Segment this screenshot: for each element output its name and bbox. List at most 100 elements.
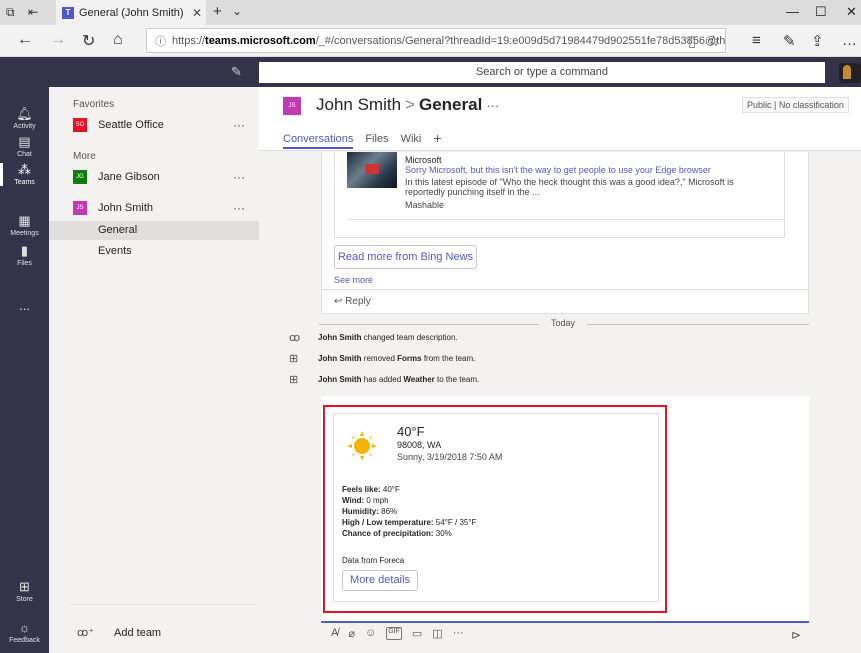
favorites-hub-icon[interactable]: ≡ [752, 32, 761, 49]
channel-tabs: Conversations Files Wiki + [283, 130, 442, 149]
teams-favicon-icon: T [62, 6, 74, 19]
back-icon[interactable]: ← [17, 31, 33, 49]
weather-source: Data from Foreca [342, 556, 405, 565]
send-icon[interactable]: ⊳ [791, 628, 801, 642]
weather-fact: Chance of precipitation: 30% [342, 529, 452, 538]
fact-value: 30% [433, 529, 452, 538]
team-more-icon[interactable]: ··· [233, 201, 245, 215]
fact-value: 86% [378, 507, 398, 516]
tab-aside-icon[interactable]: ⇤ [28, 5, 38, 19]
new-tab-icon[interactable]: + [213, 3, 222, 20]
attach-icon[interactable]: ⌀ [348, 627, 355, 640]
reply-divider [322, 289, 808, 290]
favorites-heading: Favorites [73, 99, 115, 110]
browser-tab[interactable]: T General (John Smith) | M ✕ [56, 0, 206, 25]
reply-label: Reply [345, 296, 371, 307]
rail-activity[interactable]: 🔔︎ Activity [0, 107, 49, 131]
calendar-icon: ▦ [18, 213, 31, 228]
news-snippet: In this latest episode of "Who the heck … [405, 177, 734, 197]
rail-label: Teams [14, 179, 35, 186]
tab-files[interactable]: Files [365, 133, 388, 149]
gif-icon[interactable]: GIF [386, 627, 402, 640]
news-headline-link[interactable]: Sorry Microsoft, but this isn't the way … [405, 165, 711, 175]
teams-list-pane: Favorites SO Seattle Office ··· More JG … [49, 87, 259, 653]
url-field[interactable]: ⓘ https://teams.microsoft.com/_#/convers… [146, 28, 726, 53]
emoji-icon[interactable]: ☺ [365, 627, 376, 640]
reading-view-icon[interactable]: ▯ [688, 32, 696, 50]
tab-close-icon[interactable]: ✕ [192, 6, 202, 20]
sticker-icon[interactable]: ▭ [412, 627, 422, 640]
site-info-icon[interactable]: ⓘ [155, 33, 166, 49]
news-thumbnail[interactable] [347, 152, 397, 188]
format-icon[interactable]: A̸ [331, 627, 338, 640]
teams-icon: ⁂ [18, 162, 31, 177]
refresh-icon[interactable]: ↻ [82, 31, 95, 51]
tab-conversations[interactable]: Conversations [283, 133, 354, 149]
team-more-icon[interactable]: ··· [233, 118, 245, 132]
more-details-button[interactable]: More details [342, 570, 418, 591]
rail-label: Store [16, 596, 33, 603]
fact-label: Chance of precipitation: [342, 529, 434, 538]
message-text: to the team. [434, 374, 480, 384]
actor-name[interactable]: John Smith [318, 375, 362, 384]
rail-teams[interactable]: ⁂ Teams [0, 163, 49, 186]
team-jane-gibson[interactable]: JG Jane Gibson ··· [49, 166, 259, 188]
add-team-button[interactable]: ꝏ⁺ Add team [77, 626, 161, 640]
favorite-star-icon[interactable]: ☆ [707, 32, 720, 50]
channel-title: John Smith > General ··· [316, 95, 499, 115]
rail-feedback[interactable]: ☼ Feedback [0, 621, 49, 645]
read-more-button[interactable]: Read more from Bing News [334, 245, 477, 269]
channel-events[interactable]: Events [49, 242, 259, 261]
message-text: removed [361, 353, 398, 363]
team-name: John Smith [98, 202, 154, 214]
settings-more-icon[interactable]: … [842, 32, 857, 49]
tab-preview-icon[interactable]: ⧉ [6, 5, 15, 20]
actor-name[interactable]: John Smith [318, 354, 362, 363]
url-path: /_#/conversations/General?threadId=19:e0… [315, 34, 726, 47]
search-input[interactable]: Search or type a command [259, 62, 825, 83]
team-john-smith[interactable]: JS John Smith ··· [49, 197, 259, 219]
channel-more-icon[interactable]: ··· [486, 98, 499, 113]
rail-files[interactable]: ▮ Files [0, 244, 49, 268]
news-divider [347, 219, 784, 220]
compose-box[interactable] [321, 621, 809, 623]
weather-card: 40°F 98008, WA Sunny, 3/19/2018 7:50 AM … [333, 413, 659, 602]
rail-chat[interactable]: ▤ Chat [0, 135, 49, 159]
forward-icon[interactable]: → [50, 31, 66, 49]
add-team-icon: ꝏ⁺ [77, 627, 95, 639]
channel-team-name[interactable]: John Smith [316, 95, 401, 114]
team-name: Seattle Office [98, 119, 164, 131]
minimize-icon[interactable]: — [786, 4, 799, 19]
reply-button[interactable]: ↩ Reply [334, 296, 371, 307]
fact-label: Wind: [342, 496, 365, 505]
people-icon: ꝏ [289, 331, 301, 344]
weather-temperature: 40°F [397, 424, 425, 439]
new-chat-icon[interactable]: ✎ [231, 64, 242, 80]
fact-value: 0 mph [364, 496, 389, 505]
channel-header: JS John Smith > General ··· Public | No cla… [259, 87, 861, 151]
home-icon[interactable]: ⌂ [113, 31, 123, 49]
tab-list-chevron-icon[interactable]: ⌄ [232, 4, 242, 18]
weather-location: 98008, WA [397, 440, 442, 450]
add-tab-icon[interactable]: + [433, 130, 441, 149]
see-more-link[interactable]: See more [334, 275, 373, 285]
user-avatar[interactable] [839, 63, 861, 83]
breadcrumb-separator: > [405, 95, 415, 114]
meet-icon[interactable]: ◫ [432, 627, 442, 640]
close-window-icon[interactable]: ✕ [846, 4, 857, 20]
rail-meetings[interactable]: ▦ Meetings [0, 213, 49, 238]
team-seattle-office[interactable]: SO Seattle Office ··· [49, 114, 259, 136]
rail-more[interactable]: ... [0, 299, 49, 313]
share-icon[interactable]: ⇪ [811, 32, 824, 50]
channel-team-avatar: JS [283, 97, 301, 115]
channel-general[interactable]: General [49, 221, 259, 240]
app-name: Weather [403, 374, 435, 384]
more-icon[interactable]: ··· [453, 627, 464, 640]
compose-toolbar: A̸ ⌀ ☺ GIF ▭ ◫ ··· [331, 627, 464, 640]
team-more-icon[interactable]: ··· [233, 170, 245, 184]
web-note-icon[interactable]: ✎ [783, 32, 796, 50]
maximize-icon[interactable]: ☐ [815, 4, 827, 20]
rail-store[interactable]: ⊞ Store [0, 580, 49, 604]
actor-name[interactable]: John Smith [318, 333, 362, 342]
tab-wiki[interactable]: Wiki [401, 133, 422, 149]
